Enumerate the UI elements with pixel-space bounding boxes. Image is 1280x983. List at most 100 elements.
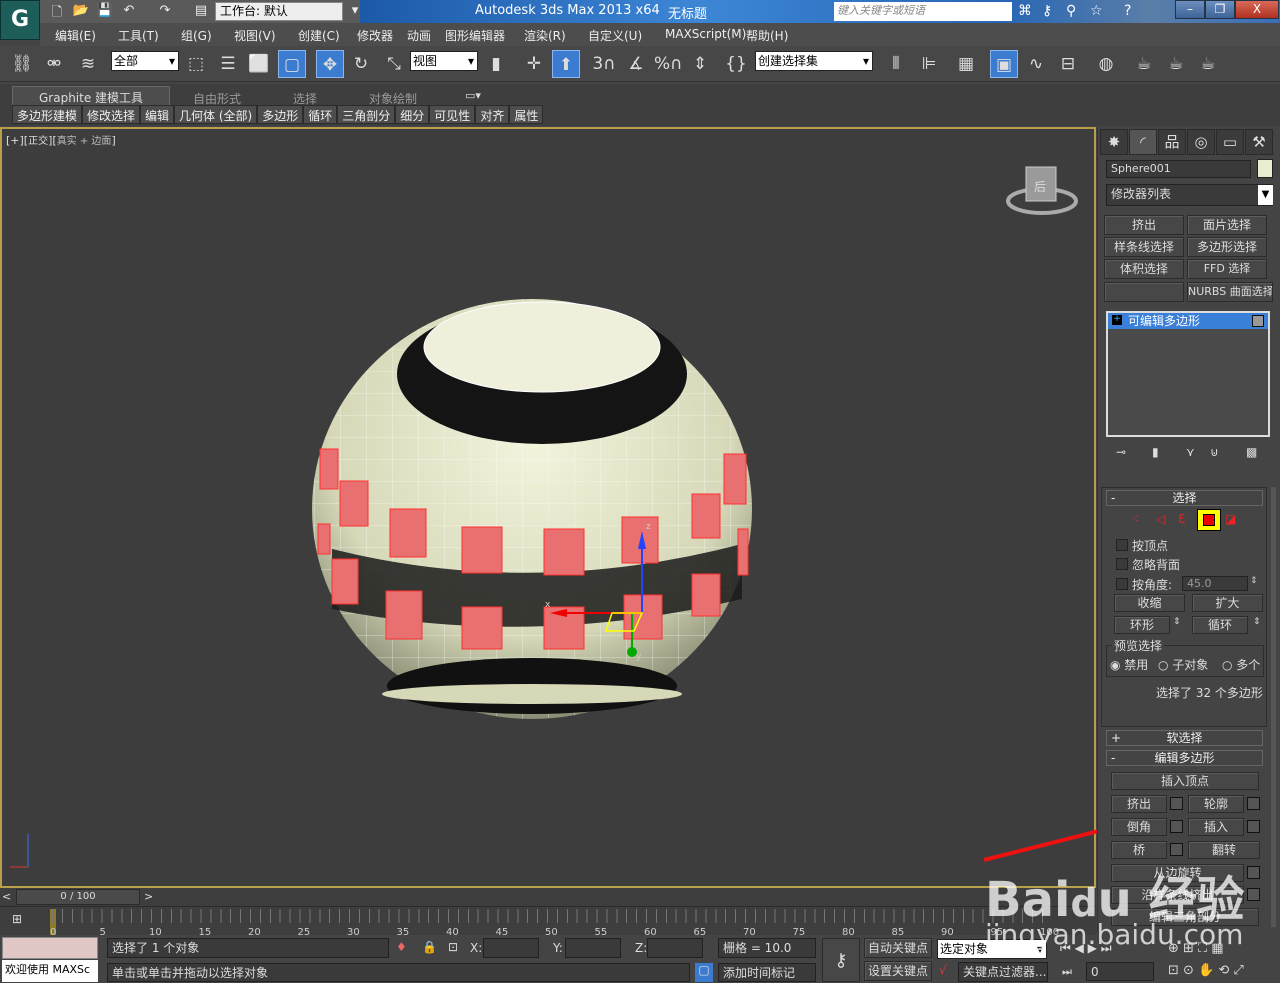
- render-production-icon[interactable]: ☕: [1194, 50, 1222, 78]
- menu-create[interactable]: 创建(C): [298, 27, 340, 44]
- key-tangent-icon[interactable]: √: [939, 963, 947, 977]
- hierarchy-tab-icon[interactable]: 品: [1158, 129, 1186, 155]
- mod-patch-select-button[interactable]: 面片选择: [1187, 215, 1267, 235]
- add-time-tag-button[interactable]: 添加时间标记: [718, 963, 816, 982]
- motion-tab-icon[interactable]: ◎: [1187, 129, 1215, 155]
- insert-vertex-button[interactable]: 插入顶点: [1111, 772, 1259, 790]
- rendered-frame-icon[interactable]: ☕: [1162, 50, 1190, 78]
- object-name-input[interactable]: Sphere001: [1106, 160, 1251, 178]
- border-mode-icon[interactable]: Ɛ: [1178, 512, 1185, 526]
- viewport-orthographic[interactable]: [+][正交][真实 + 边面] z x: [0, 127, 1096, 888]
- satellite-icon[interactable]: ⚲: [1066, 3, 1076, 19]
- menu-customize[interactable]: 自定义(U): [588, 27, 642, 44]
- by-angle-checkbox[interactable]: [1116, 578, 1128, 590]
- spinner-snap-icon[interactable]: ⇕: [686, 50, 714, 78]
- key-mode-toggle-icon[interactable]: ⏭: [1062, 965, 1072, 979]
- vertex-mode-icon[interactable]: ⁖: [1132, 512, 1139, 526]
- shrink-button[interactable]: 收缩: [1114, 594, 1185, 612]
- save-icon[interactable]: 💾: [96, 3, 114, 19]
- outline-button[interactable]: 轮廓: [1188, 795, 1244, 813]
- show-end-result-icon[interactable]: ▮: [1152, 445, 1159, 459]
- z-coordinate-input[interactable]: [647, 938, 703, 958]
- mirror-icon[interactable]: ⫴: [882, 50, 910, 78]
- move-icon[interactable]: ✥: [316, 50, 344, 78]
- help-icon[interactable]: ?: [1124, 3, 1131, 19]
- quick-access-menu-icon[interactable]: ▾: [346, 3, 364, 19]
- stack-item-editable-poly[interactable]: + 可编辑多边形: [1108, 313, 1268, 329]
- menu-help[interactable]: 帮助(H): [746, 27, 788, 44]
- open-file-icon[interactable]: 📂: [72, 3, 90, 19]
- tab-graphite[interactable]: Graphite 建模工具: [12, 86, 170, 105]
- flip-button[interactable]: 翻转: [1188, 841, 1260, 859]
- mod-empty-button[interactable]: [1104, 282, 1184, 302]
- menu-animation[interactable]: 动画: [407, 27, 431, 44]
- star-icon[interactable]: ☆: [1090, 3, 1103, 19]
- make-unique-icon[interactable]: ⋎: [1186, 445, 1195, 459]
- time-slider[interactable]: < 0 / 100 >: [0, 888, 1096, 906]
- project-folder-icon[interactable]: ▤: [192, 3, 210, 19]
- rotate-icon[interactable]: ↻: [347, 50, 375, 78]
- undo-icon[interactable]: ↶: [120, 3, 138, 19]
- subtab-edit[interactable]: 编辑: [140, 105, 174, 124]
- create-tab-icon[interactable]: ✸: [1100, 129, 1128, 155]
- subtab-triangulation[interactable]: 三角剖分: [337, 105, 395, 124]
- angle-input[interactable]: 45.0: [1182, 576, 1248, 591]
- absolute-mode-icon[interactable]: ⊡: [448, 940, 458, 954]
- bridge-settings-icon[interactable]: [1170, 843, 1183, 856]
- expand-plus-icon[interactable]: +: [1112, 315, 1122, 325]
- subtab-poly-modeling[interactable]: 多边形建模: [12, 105, 82, 124]
- grow-button[interactable]: 扩大: [1192, 594, 1263, 612]
- restore-button[interactable]: ❐: [1205, 0, 1235, 19]
- app-logo-button[interactable]: G: [0, 0, 40, 40]
- element-mode-icon[interactable]: ◪: [1225, 512, 1236, 526]
- loop-spinner[interactable]: ⇕: [1253, 617, 1261, 627]
- subtab-align[interactable]: 对齐: [475, 105, 509, 124]
- pivot-center-icon[interactable]: ▮: [482, 50, 510, 78]
- next-frame-icon[interactable]: >: [144, 890, 153, 903]
- remove-modifier-icon[interactable]: ⊍: [1210, 445, 1219, 459]
- new-file-icon[interactable]: 🗋: [48, 3, 66, 19]
- inset-button[interactable]: 插入: [1188, 818, 1244, 836]
- bridge-button[interactable]: 桥: [1111, 841, 1167, 859]
- sphere-mesh[interactable]: z x y 后: [2, 129, 1094, 886]
- edit-polygons-rollout-header[interactable]: -编辑多边形: [1106, 750, 1263, 766]
- link-icon[interactable]: ⛓: [8, 50, 36, 78]
- search-input[interactable]: 键入关键字或短语: [834, 2, 1012, 21]
- menu-graph-editors[interactable]: 图形编辑器: [445, 27, 505, 44]
- angle-snap-icon[interactable]: ∡: [622, 50, 650, 78]
- schematic-view-icon[interactable]: ⊟: [1054, 50, 1082, 78]
- menu-rendering[interactable]: 渲染(R): [524, 27, 566, 44]
- subtab-geometry[interactable]: 几何体 (全部): [174, 105, 257, 124]
- by-vertex-checkbox[interactable]: [1116, 539, 1128, 551]
- binoculars-icon[interactable]: ⌘: [1018, 3, 1032, 19]
- command-panel-scrollbar[interactable]: [1271, 487, 1276, 927]
- polygon-mode-icon[interactable]: [1197, 509, 1221, 531]
- object-color-swatch[interactable]: [1257, 159, 1273, 178]
- subtab-visibility[interactable]: 可见性: [429, 105, 475, 124]
- pin-stack-icon[interactable]: ⊸: [1116, 445, 1126, 459]
- time-slider-thumb[interactable]: 0 / 100: [16, 889, 140, 905]
- redo-icon[interactable]: ↷: [156, 3, 174, 19]
- workspace-dropdown[interactable]: 工作台: 默认: [215, 2, 343, 21]
- curve-editor-mini-icon[interactable]: ⊞: [12, 912, 22, 926]
- viewcube[interactable]: 后: [1008, 167, 1076, 213]
- prev-frame-icon[interactable]: <: [2, 890, 11, 903]
- ring-button[interactable]: 环形: [1114, 616, 1170, 634]
- bevel-button[interactable]: 倒角: [1111, 818, 1167, 836]
- ignore-backfacing-checkbox[interactable]: [1116, 558, 1128, 570]
- ring-spinner[interactable]: ⇕: [1173, 617, 1181, 627]
- keyboard-shortcut-override-icon[interactable]: ⬆: [552, 50, 580, 78]
- window-crossing-icon[interactable]: ▢: [278, 50, 306, 78]
- extrude-button[interactable]: 挤出: [1111, 795, 1167, 813]
- current-frame-input[interactable]: 0: [1086, 962, 1154, 981]
- extrude-spline-settings-icon[interactable]: [1247, 888, 1260, 901]
- snaps-toggle-icon[interactable]: 3∩: [590, 50, 618, 78]
- bevel-settings-icon[interactable]: [1170, 820, 1183, 833]
- modifier-list-arrow-icon[interactable]: ▼: [1258, 185, 1273, 205]
- layer-manager-icon[interactable]: ▦: [952, 50, 980, 78]
- subtab-loops[interactable]: 循环: [303, 105, 337, 124]
- angle-spinner[interactable]: ⇕: [1250, 576, 1258, 586]
- subtab-modify-selection[interactable]: 修改选择: [82, 105, 140, 124]
- mod-spline-select-button[interactable]: 样条线选择: [1104, 237, 1184, 257]
- ribbon-options-icon[interactable]: ▭▾: [465, 89, 481, 102]
